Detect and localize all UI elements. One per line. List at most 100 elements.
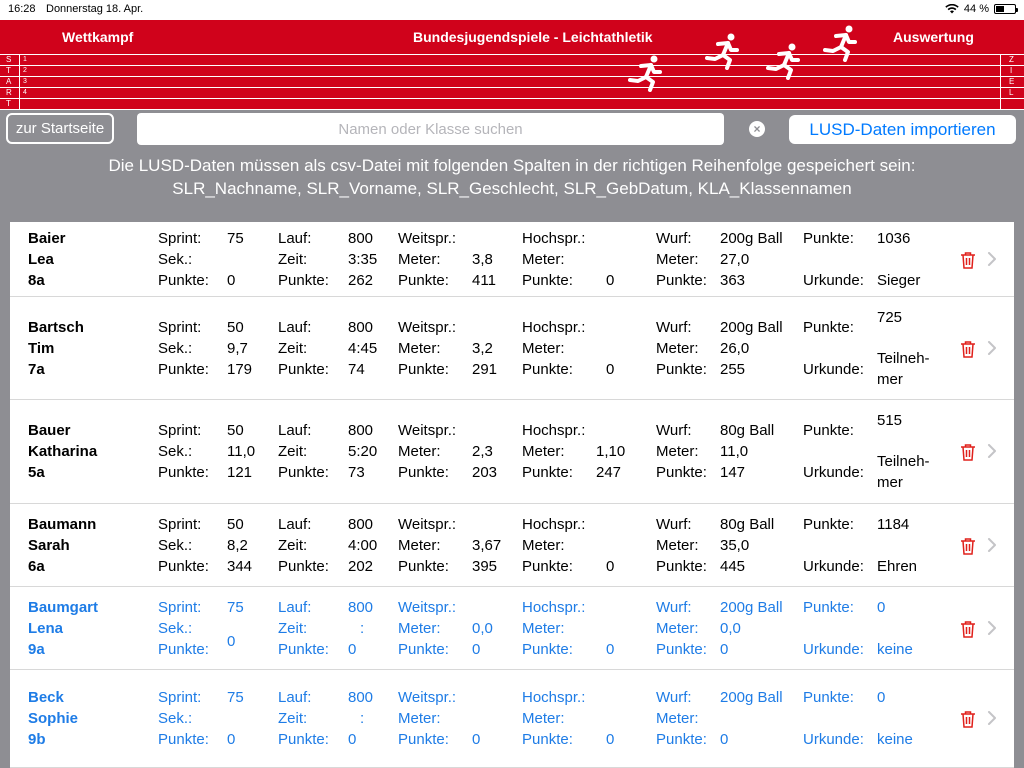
runner-icon — [766, 43, 800, 80]
total-label: Punkte: — [803, 422, 854, 439]
lauf-label: Lauf: — [278, 689, 312, 706]
student-list[interactable]: Baier Lea 8a Sprint: Sek.: Punkte: 75 0 Lauf: Zei… — [10, 222, 1014, 768]
header-title-center: Bundesjugendspiele - Leichtathletik — [413, 29, 653, 45]
runner-icon — [628, 55, 662, 92]
weitsprung-points: 0 — [472, 731, 481, 748]
student-class: 9a — [28, 641, 45, 658]
status-right: 44 % — [945, 3, 1018, 15]
student-row[interactable]: Bartsch Tim 7a Sprint: Sek.: Punkte: 50 9,7 179 L… — [10, 297, 1014, 400]
lane-number: 3 — [23, 78, 27, 85]
punkte-label: Punkte: — [278, 361, 329, 378]
sprint-distance: 50 — [227, 422, 244, 439]
hochsprung-points: 247 — [596, 464, 622, 481]
lauf-label: Lauf: — [278, 599, 312, 616]
meter-label: Meter: — [522, 340, 565, 357]
chevron-right-icon[interactable] — [987, 341, 997, 355]
zeit-label: Zeit: — [278, 340, 308, 357]
trash-icon[interactable] — [960, 251, 976, 269]
sek-label: Sek.: — [158, 251, 193, 268]
student-row[interactable]: Bauer Katharina 5a Sprint: Sek.: Punkte: 50 11,… — [10, 400, 1014, 504]
clear-search-icon[interactable]: × — [749, 121, 765, 137]
weitsprung-meter: 3,67 — [472, 537, 502, 554]
student-first-name: Sophie — [28, 710, 79, 727]
punkte-label: Punkte: — [656, 731, 707, 748]
trash-icon[interactable] — [960, 537, 976, 555]
sprint-label: Sprint: — [158, 516, 202, 533]
start-letter: R — [6, 88, 12, 97]
runner-icon — [705, 33, 739, 70]
student-row[interactable]: Beck Sophie 9b Sprint: Sek.: Punkte: 75 0 Lauf: Z… — [10, 670, 1014, 768]
sprint-distance: 75 — [227, 230, 244, 247]
meter-label: Meter: — [398, 620, 441, 637]
wurf-label: Wurf: — [656, 599, 692, 616]
hochsprung-points: 0 — [606, 361, 615, 378]
wurf-points: 363 — [720, 272, 746, 289]
sprint-points: 344 — [227, 558, 253, 575]
lauf-time: 3:35 — [348, 251, 378, 268]
wurf-meter: 11,0 — [720, 443, 749, 460]
import-lusd-button[interactable]: LUSD-Daten importieren — [789, 115, 1016, 144]
lauf-points: 0 — [348, 731, 357, 748]
sprint-points: 179 — [227, 361, 253, 378]
import-info: Die LUSD-Daten müssen als csv-Datei mit … — [0, 154, 1024, 200]
wurf-ball: 200g Ball — [720, 230, 783, 247]
meter-label: Meter: — [398, 251, 441, 268]
chevron-right-icon[interactable] — [987, 252, 997, 266]
chevron-right-icon[interactable] — [987, 444, 997, 458]
urkunde-value: Ehren — [877, 558, 918, 575]
home-button[interactable]: zur Startseite — [6, 113, 114, 144]
trash-icon[interactable] — [960, 443, 976, 461]
punkte-label: Punkte: — [158, 558, 209, 575]
student-first-name: Lena — [28, 620, 64, 637]
lauf-label: Lauf: — [278, 230, 312, 247]
lauf-time: : — [360, 620, 365, 637]
lauf-distance: 800 — [348, 230, 374, 247]
chevron-right-icon[interactable] — [987, 621, 997, 635]
punkte-label: Punkte: — [656, 558, 707, 575]
search-input[interactable] — [137, 113, 724, 145]
trash-icon[interactable] — [960, 710, 976, 728]
meter-label: Meter: — [398, 340, 441, 357]
meter-label: Meter: — [656, 251, 699, 268]
meter-label: Meter: — [522, 710, 565, 727]
urkunde-value: keine — [877, 641, 913, 658]
meter-label: Meter: — [522, 620, 565, 637]
total-label: Punkte: — [803, 599, 854, 616]
weitsprung-label: Weitspr.: — [398, 422, 457, 439]
ziel-letter: E — [1009, 77, 1015, 86]
sprint-distance: 75 — [227, 689, 244, 706]
chevron-right-icon[interactable] — [987, 538, 997, 552]
wurf-meter: 35,0 — [720, 537, 750, 554]
trash-icon[interactable] — [960, 340, 976, 358]
student-row[interactable]: Baumann Sarah 6a Sprint: Sek.: Punkte: 50 8,2 34… — [10, 504, 1014, 587]
trash-icon[interactable] — [960, 620, 976, 638]
weitsprung-points: 203 — [472, 464, 498, 481]
punkte-label: Punkte: — [278, 272, 329, 289]
hochsprung-points: 0 — [606, 641, 615, 658]
hochsprung-label: Hochspr.: — [522, 422, 586, 439]
header-banner: Wettkampf Bundesjugendspiele - Leichtath… — [0, 20, 1024, 110]
punkte-label: Punkte: — [278, 731, 329, 748]
lane-number: 2 — [23, 67, 27, 74]
urkunde-value: Teilneh- — [877, 350, 930, 367]
weitsprung-points: 411 — [472, 272, 496, 289]
total-label: Punkte: — [803, 516, 854, 533]
header-title-left: Wettkampf — [62, 29, 134, 45]
student-class: 6a — [28, 558, 45, 575]
meter-label: Meter: — [398, 537, 441, 554]
student-last-name: Baumann — [28, 516, 97, 533]
student-last-name: Bauer — [28, 422, 71, 439]
ziel-column: Z I E L — [1000, 54, 1024, 110]
total-points: 1036 — [877, 230, 911, 247]
meter-label: Meter: — [522, 537, 565, 554]
status-date: Donnerstag 18. Apr. — [46, 3, 144, 15]
sprint-label: Sprint: — [158, 230, 202, 247]
sek-label: Sek.: — [158, 537, 193, 554]
student-row[interactable]: Baier Lea 8a Sprint: Sek.: Punkte: 75 0 Lauf: Zei… — [10, 222, 1014, 297]
chevron-right-icon[interactable] — [987, 711, 997, 725]
student-row[interactable]: BaumgartLena9aSprint:Sek.:Punkte:75750La… — [10, 587, 1014, 670]
sprint-label: Sprint: — [158, 422, 202, 439]
total-points: 515 — [877, 412, 903, 429]
weitsprung-meter: 0,0 — [472, 620, 493, 637]
wurf-ball: 80g Ball — [720, 422, 775, 439]
